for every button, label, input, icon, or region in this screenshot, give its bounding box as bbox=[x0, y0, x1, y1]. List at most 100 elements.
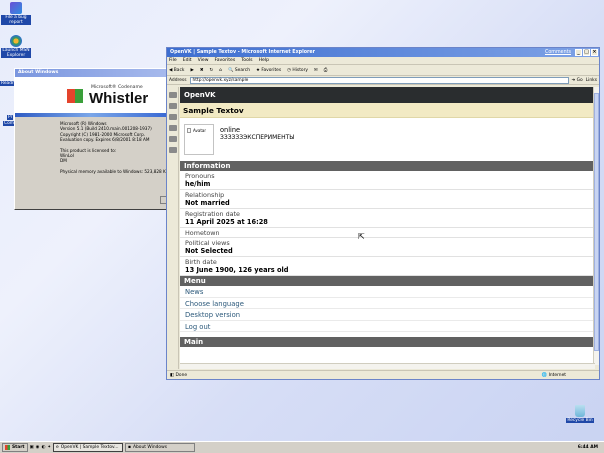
favorites-label: Favorites bbox=[261, 67, 282, 73]
status-zone: Internet bbox=[548, 373, 566, 378]
status-text: ЗЗЗЗЗЗЭКСПЕРИМЕНТЫ bbox=[220, 134, 295, 141]
desktop-icon-recycle-bin[interactable]: Recycle Bin bbox=[565, 405, 595, 423]
desktop-icon-bug-report[interactable]: File a bug report bbox=[1, 2, 31, 25]
msn-butterfly-icon bbox=[10, 35, 22, 47]
history-label: History bbox=[292, 67, 309, 73]
menu-bar: File Edit View Favorites Tools Help bbox=[167, 57, 599, 65]
ie-window[interactable]: OpenVK | Sample Textov - Microsoft Inter… bbox=[166, 47, 600, 380]
about-windows-dialog[interactable]: About Windows Microsoft® Codename Whistl… bbox=[14, 68, 172, 210]
address-label: Address bbox=[169, 77, 187, 83]
info-key: Pronouns bbox=[185, 172, 215, 180]
avatar-alt: Avatar bbox=[193, 128, 206, 133]
quicklaunch-msn-icon[interactable]: ✦ bbox=[47, 445, 51, 450]
sidebar-folders-icon[interactable] bbox=[168, 125, 177, 131]
about-title: About Windows bbox=[18, 70, 59, 75]
print-icon[interactable]: ⎙ bbox=[324, 67, 328, 73]
quicklaunch-media-icon[interactable]: ◐ bbox=[42, 445, 46, 450]
task-label: About Windows bbox=[133, 445, 167, 450]
sidebar-search-icon[interactable] bbox=[168, 92, 177, 98]
openvk-logo[interactable]: OpenVK bbox=[184, 91, 216, 99]
about-title-bar[interactable]: About Windows bbox=[15, 69, 166, 77]
menu-link-desktop[interactable]: Desktop version bbox=[180, 309, 595, 321]
info-value: 13 June 1900, 126 years old bbox=[185, 266, 289, 274]
start-label: Start bbox=[12, 445, 25, 450]
mail-icon[interactable]: ✉ bbox=[314, 68, 318, 73]
task-label: OpenVK | Sample Textov... bbox=[60, 445, 119, 450]
sidebar-print-icon[interactable] bbox=[168, 147, 177, 153]
minimize-button[interactable]: _ bbox=[575, 49, 582, 56]
comments-link[interactable]: Comments bbox=[545, 50, 571, 55]
info-row: Political views Not Selected bbox=[180, 238, 595, 257]
start-button[interactable]: Start bbox=[2, 443, 28, 452]
status-done: Done bbox=[175, 373, 188, 378]
windows-flag-icon bbox=[67, 89, 83, 103]
menu-tools[interactable]: Tools bbox=[241, 58, 252, 63]
ie-title-bar[interactable]: OpenVK | Sample Textov - Microsoft Inter… bbox=[167, 48, 599, 57]
about-banner: Microsoft® Codename Whistler bbox=[15, 77, 166, 113]
info-key: Registration date bbox=[185, 210, 240, 218]
status-left: ◧ Done bbox=[170, 373, 188, 378]
info-row: Relationship Not married bbox=[180, 190, 595, 209]
info-key: Political views bbox=[185, 239, 230, 247]
info-row: Pronouns he/him bbox=[180, 171, 595, 190]
horizontal-scrollbar[interactable] bbox=[180, 363, 595, 369]
vertical-scrollbar[interactable] bbox=[593, 87, 599, 365]
menu-view[interactable]: View bbox=[198, 58, 209, 63]
taskbar: Start ▣ ◉ ◐ ✦ e OpenVK | Sample Textov...… bbox=[0, 441, 604, 453]
quicklaunch-desktop-icon[interactable]: ▣ bbox=[30, 445, 34, 450]
menu-link-logout[interactable]: Log out bbox=[180, 321, 595, 332]
ie-icon: e bbox=[56, 445, 59, 450]
links-button[interactable]: Links bbox=[586, 78, 597, 83]
info-value: 11 April 2025 at 16:28 bbox=[185, 218, 268, 226]
scroll-thumb[interactable] bbox=[594, 93, 599, 351]
menu-help[interactable]: Help bbox=[259, 58, 269, 63]
sidebar-favorites-icon[interactable] bbox=[168, 103, 177, 109]
desktop-icon-msn[interactable]: Launch MSN Explorer bbox=[1, 35, 31, 58]
ie-sidebar bbox=[167, 87, 179, 369]
about-text: Microsoft (R) Windows Version 5.1 (Build… bbox=[15, 117, 166, 174]
avatar[interactable]: Avatar bbox=[184, 124, 214, 155]
windows-icon: ▪ bbox=[128, 445, 132, 450]
recycle-bin-icon bbox=[575, 405, 585, 417]
main-header: Main bbox=[180, 337, 595, 347]
favorites-button[interactable]: ★ Favorites bbox=[256, 68, 281, 73]
close-button[interactable]: × bbox=[591, 49, 598, 56]
sidebar-history-icon[interactable] bbox=[168, 114, 177, 120]
page-menu: News Choose language Desktop version Log… bbox=[180, 286, 595, 332]
address-bar: Address http://openvk.xyz/sample ➜ Go Li… bbox=[167, 76, 599, 85]
status-right: 🌐 Internet bbox=[541, 373, 566, 378]
back-button[interactable]: ◀ Back bbox=[169, 68, 184, 73]
info-value: Not Selected bbox=[185, 247, 233, 255]
refresh-icon[interactable]: ↻ bbox=[210, 68, 214, 73]
mouse-cursor-icon: ⇱ bbox=[358, 232, 365, 241]
task-about[interactable]: ▪ About Windows bbox=[125, 443, 196, 452]
info-key: Birth date bbox=[185, 258, 217, 266]
menu-favorites[interactable]: Favorites bbox=[215, 58, 236, 63]
profile-block: Avatar online ЗЗЗЗЗЗЭКСПЕРИМЕНТЫ bbox=[180, 118, 595, 161]
history-button[interactable]: ◷ History bbox=[287, 68, 308, 73]
quicklaunch-ie-icon[interactable]: ◉ bbox=[36, 445, 40, 450]
menu-link-language[interactable]: Choose language bbox=[180, 298, 595, 309]
task-ie[interactable]: e OpenVK | Sample Textov... bbox=[53, 443, 124, 452]
menu-edit[interactable]: Edit bbox=[183, 58, 192, 63]
sidebar-media-icon[interactable] bbox=[168, 136, 177, 142]
desktop-partial-label: Pr bbox=[7, 115, 14, 120]
search-button[interactable]: 🔍 Search bbox=[228, 68, 250, 73]
address-input[interactable]: http://openvk.xyz/sample bbox=[189, 76, 569, 84]
toolbar: ◀ Back ▶ ✖ ↻ ⌂ 🔍 Search ★ Favorites ◷ Hi… bbox=[167, 65, 599, 76]
menu-file[interactable]: File bbox=[169, 58, 177, 63]
menu-link-news[interactable]: News bbox=[180, 286, 595, 298]
profile-status: online ЗЗЗЗЗЗЭКСПЕРИМЕНТЫ bbox=[220, 124, 295, 155]
home-icon[interactable]: ⌂ bbox=[219, 68, 222, 73]
page-title: Sample Textov bbox=[180, 103, 595, 118]
stop-icon[interactable]: ✖ bbox=[200, 68, 204, 73]
forward-button[interactable]: ▶ bbox=[190, 68, 193, 73]
maximize-button[interactable]: □ bbox=[583, 49, 590, 56]
clock: 6:44 AM bbox=[577, 445, 598, 450]
go-label: Go bbox=[576, 77, 583, 83]
info-value: Not married bbox=[185, 199, 230, 207]
go-button[interactable]: ➜ Go bbox=[572, 78, 583, 83]
bug-report-icon bbox=[10, 2, 22, 14]
openvk-header: OpenVK bbox=[180, 87, 595, 103]
windows-flag-icon bbox=[5, 445, 10, 450]
